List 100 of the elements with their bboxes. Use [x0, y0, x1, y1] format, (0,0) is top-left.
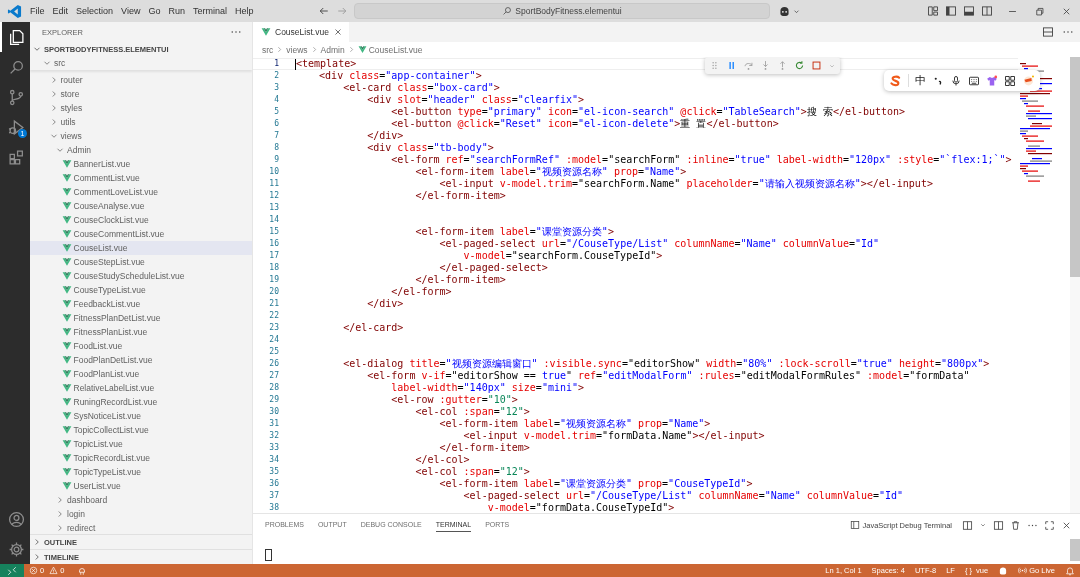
menu-item[interactable]: Run: [164, 4, 189, 18]
explorer-file-row[interactable]: RelativeLabelList.vue: [30, 381, 252, 395]
menu-item[interactable]: Help: [230, 4, 258, 18]
explorer-folder-row[interactable]: router: [30, 73, 252, 87]
menu-item[interactable]: Go: [144, 4, 165, 18]
command-center[interactable]: SportBodyFitness.elementui: [354, 3, 770, 19]
pause-icon[interactable]: [726, 60, 737, 71]
panel-toggle-icon[interactable]: [963, 5, 975, 17]
breadcrumb-item[interactable]: views: [286, 44, 308, 55]
branch-icon[interactable]: [7, 88, 25, 106]
explorer-file-row[interactable]: SysNoticeList.vue: [30, 409, 252, 423]
menu-item[interactable]: Terminal: [188, 4, 231, 18]
split-editor-icon[interactable]: [1042, 26, 1054, 38]
menu-item[interactable]: File: [26, 4, 49, 18]
restore-icon[interactable]: [1034, 5, 1045, 17]
explorer-file-row[interactable]: TopicRecordList.vue: [30, 451, 252, 465]
vue-file-icon: [61, 481, 72, 491]
explorer-folder-row[interactable]: utils: [30, 115, 252, 129]
bell-icon[interactable]: [1065, 565, 1075, 576]
explorer-file-row[interactable]: CouseCommentList.vue: [30, 227, 252, 241]
account-icon[interactable]: [7, 510, 25, 528]
terminal-icon: [849, 520, 860, 530]
trash-icon[interactable]: [1010, 519, 1021, 531]
grid-icon[interactable]: [1004, 74, 1016, 87]
layout-icon[interactable]: [927, 5, 939, 17]
code-line: </div>: [366, 298, 404, 310]
grip-icon[interactable]: [709, 60, 720, 71]
code-line: v-model="searchForm.CouseTypeId">: [462, 250, 663, 262]
vue-file-icon: [61, 355, 72, 365]
scrollbar-thumb[interactable]: [1070, 539, 1080, 561]
plug-icon[interactable]: [77, 565, 88, 576]
explorer-file-row[interactable]: CouseAnalyse.vue: [30, 199, 252, 213]
explorer-folder-row[interactable]: redirect: [30, 521, 252, 534]
microphone-icon[interactable]: [950, 74, 962, 87]
explorer-file-row[interactable]: UserList.vue: [30, 479, 252, 493]
menu-item[interactable]: Edit: [48, 4, 73, 18]
stop-icon[interactable]: [811, 60, 822, 71]
breadcrumb-item[interactable]: src: [262, 44, 274, 55]
explorer-file-row[interactable]: TopicCollectList.vue: [30, 423, 252, 437]
explorer-file-row[interactable]: BannerList.vue: [30, 157, 252, 171]
explorer-file-row[interactable]: CommentList.vue: [30, 171, 252, 185]
explorer-file-row[interactable]: FoodPlanList.vue: [30, 367, 252, 381]
shirt-icon[interactable]: [986, 74, 998, 87]
close-icon[interactable]: [332, 27, 343, 37]
explorer-folder-row[interactable]: src: [30, 56, 252, 70]
back-arrow-icon[interactable]: [318, 5, 330, 17]
columns-icon[interactable]: [993, 519, 1004, 531]
explorer-file-row[interactable]: FeedbackList.vue: [30, 297, 252, 311]
robot-icon[interactable]: [778, 4, 791, 18]
code-line: </el-paged-select>: [438, 262, 548, 274]
explorer-file-row[interactable]: CouseClockList.vue: [30, 213, 252, 227]
explorer-file-row[interactable]: TopicList.vue: [30, 437, 252, 451]
menu-item[interactable]: Selection: [72, 4, 118, 18]
explorer-file-row[interactable]: TopicTypeList.vue: [30, 465, 252, 479]
explorer-file-row[interactable]: CouseList.vue: [30, 241, 252, 255]
explorer-folder-row[interactable]: store: [30, 87, 252, 101]
sticker-icon[interactable]: [1022, 74, 1035, 87]
explorer-file-row[interactable]: CouseTypeList.vue: [30, 283, 252, 297]
explorer-folder-row[interactable]: Admin: [30, 143, 252, 157]
explorer-file-row[interactable]: CommentLoveList.vue: [30, 185, 252, 199]
sidebar-toggle-icon[interactable]: [945, 5, 957, 17]
split-terminal-icon[interactable]: [962, 519, 973, 531]
menu-item[interactable]: View: [117, 4, 145, 18]
vue-file-icon: [61, 425, 72, 435]
explorer-folder-row[interactable]: views: [30, 129, 252, 143]
input-mode-toggle[interactable]: 中: [915, 73, 926, 88]
code-line: v-model="formData.CouseTypeId">: [486, 502, 675, 513]
warning-icon: [49, 566, 59, 575]
scrollbar-thumb[interactable]: [1070, 57, 1080, 277]
breadcrumb-item[interactable]: Admin: [320, 44, 345, 55]
keyboard-icon[interactable]: [968, 74, 980, 87]
explorer-file-row[interactable]: CouseStepList.vue: [30, 255, 252, 269]
explorer-folder-row[interactable]: styles: [30, 101, 252, 115]
line-number: 36: [268, 478, 279, 490]
code-line: <el-row :gutter="10">: [390, 394, 518, 406]
restart-icon[interactable]: [794, 60, 805, 71]
line-number: 12: [268, 190, 279, 202]
extensions-icon[interactable]: [7, 148, 25, 166]
breadcrumb-item[interactable]: CouseList.vue: [368, 44, 423, 55]
explorer-file-row[interactable]: RuningRecordList.vue: [30, 395, 252, 409]
code-line: <el-paged-select url="/CouseType/List" columnName="Name" columnValue="Id": [438, 238, 880, 250]
maximize-icon[interactable]: [1044, 519, 1055, 531]
explorer-file-row[interactable]: FoodPlanDetList.vue: [30, 353, 252, 367]
explorer-folder-row[interactable]: dashboard: [30, 493, 252, 507]
code-line: <el-button type="primary" icon="el-icon-search" @click="TableSearch">搜 索</el-button>: [390, 106, 906, 118]
caret-icon[interactable]: [979, 521, 987, 529]
settings-icon[interactable]: [7, 540, 25, 558]
explorer-file-row[interactable]: FitnessPlanList.vue: [30, 325, 252, 339]
explorer-file-row[interactable]: CouseStudyScheduleList.vue: [30, 269, 252, 283]
code-line: <template>: [296, 58, 357, 70]
play-bug-icon[interactable]: [7, 118, 25, 136]
editor-tab[interactable]: CouseList.vue: [253, 22, 349, 42]
explorer-file-row[interactable]: FitnessPlanDetList.vue: [30, 311, 252, 325]
explorer-file-row[interactable]: FoodList.vue: [30, 339, 252, 353]
columns-icon[interactable]: [981, 5, 993, 17]
explorer-folder-row[interactable]: login: [30, 507, 252, 521]
vue-file-icon: [61, 215, 72, 225]
files-icon[interactable]: [7, 28, 25, 46]
logo-icon[interactable]: [889, 74, 902, 87]
vue-file-icon: [61, 383, 72, 393]
